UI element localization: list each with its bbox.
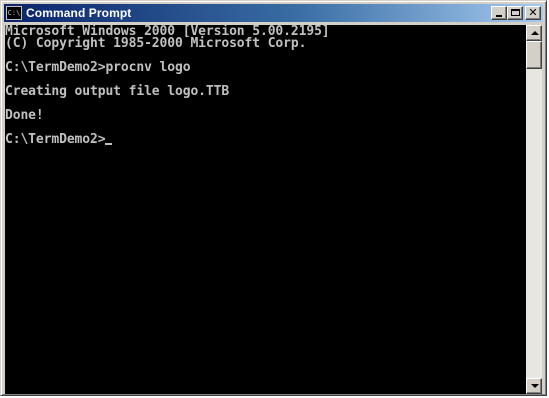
prompt-line[interactable]: C:\TermDemo2>: [5, 132, 113, 147]
maximize-icon: [511, 9, 520, 16]
console-icon[interactable]: C:\: [6, 6, 22, 20]
close-button[interactable]: ✕: [525, 6, 541, 20]
scroll-thumb[interactable]: [526, 41, 542, 69]
console-line: Creating output file logo.TTB: [5, 84, 230, 99]
console-line: (C) Copyright 1985-2000 Microsoft Corp.: [5, 36, 307, 51]
close-icon: ✕: [528, 6, 538, 19]
window-title: Command Prompt: [26, 6, 132, 20]
scroll-down-button[interactable]: [526, 378, 542, 394]
scroll-down-arrow-icon: [531, 384, 539, 388]
minimize-icon: [496, 15, 502, 17]
prompt-text: C:\TermDemo2>: [5, 132, 106, 147]
scroll-up-arrow-icon: [531, 31, 539, 35]
command-prompt-window[interactable]: C:\ Command Prompt ✕ Microsoft Windows 2…: [0, 0, 547, 396]
text-cursor: [105, 143, 113, 145]
title-bar[interactable]: C:\ Command Prompt ✕: [4, 4, 543, 22]
scroll-up-button[interactable]: [526, 25, 542, 41]
caption-buttons: ✕: [491, 6, 541, 20]
vertical-scrollbar[interactable]: [526, 25, 542, 394]
maximize-button[interactable]: [507, 6, 523, 20]
console-line: C:\TermDemo2>procnv logo: [5, 60, 191, 75]
console-output[interactable]: Microsoft Windows 2000 [Version 5.00.219…: [5, 25, 526, 394]
console-line: Done!: [5, 108, 44, 123]
minimize-button[interactable]: [491, 6, 507, 20]
